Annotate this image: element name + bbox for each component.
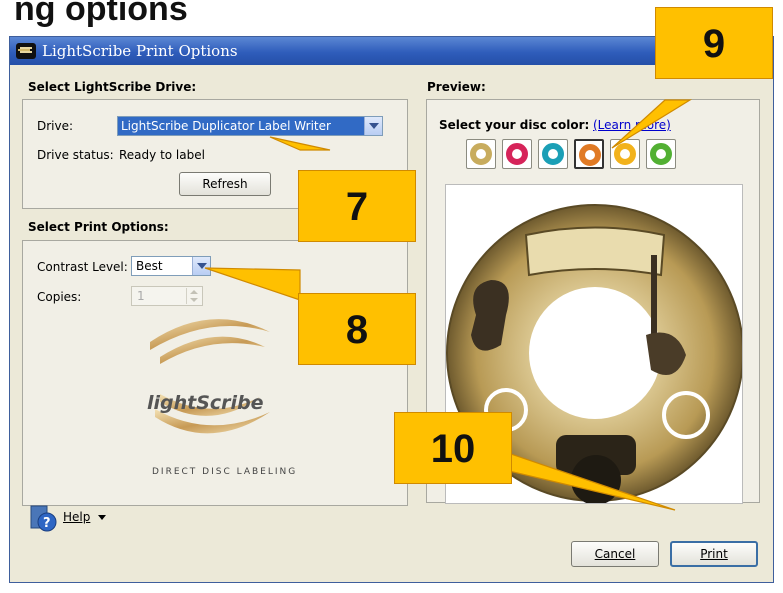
- callout-9: 9: [655, 7, 773, 79]
- callout-7: 7: [298, 170, 416, 242]
- callout-10: 10: [394, 412, 512, 484]
- callout-8: 8: [298, 293, 416, 365]
